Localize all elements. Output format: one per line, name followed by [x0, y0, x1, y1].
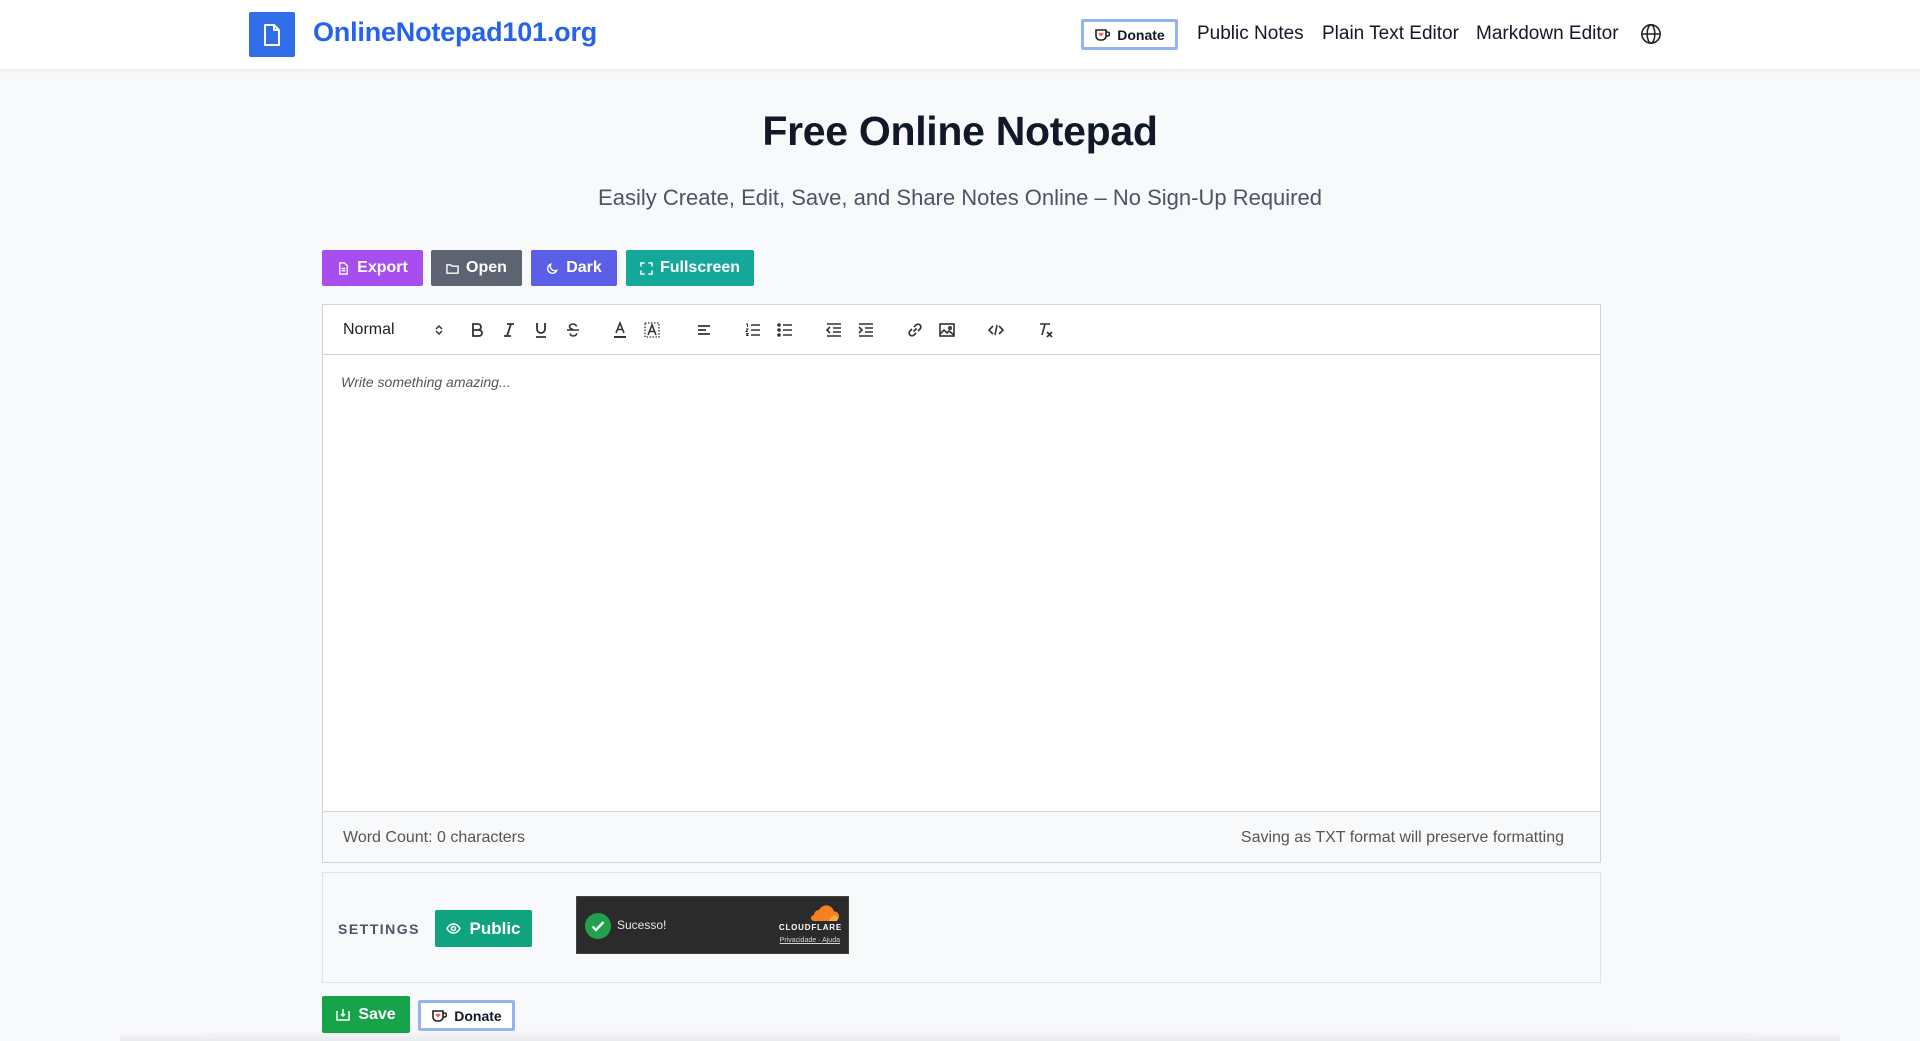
rich-text-editor: Normal Write something amazing...: [322, 304, 1601, 862]
logo-icon[interactable]: [249, 12, 295, 57]
cloudflare-brand: CLOUDFLARE: [778, 923, 842, 932]
background-color-icon: [644, 322, 660, 338]
strikethrough-icon: [567, 323, 579, 337]
underline-button[interactable]: [529, 318, 553, 342]
captcha-links[interactable]: Privacidade · Ajuda: [780, 937, 840, 944]
footer-donate-button[interactable]: Donate: [418, 1000, 515, 1031]
settings-panel: SETTINGS Public Sucesso! CLOUDFLARE Priv…: [322, 872, 1601, 983]
cloudflare-logo-icon: [811, 905, 840, 921]
link-icon: [908, 323, 922, 337]
settings-label: SETTINGS: [338, 921, 421, 937]
align-left-icon: [698, 325, 710, 335]
eye-icon: [446, 923, 462, 934]
moon-icon: [547, 262, 559, 274]
image-button[interactable]: [935, 318, 959, 342]
nav-plain-text-editor[interactable]: Plain Text Editor: [1322, 23, 1459, 45]
underline-icon: [536, 323, 546, 338]
success-check-icon: [585, 913, 611, 939]
export-label: Export: [357, 259, 408, 276]
save-icon: [336, 1009, 351, 1021]
nav-markdown-editor[interactable]: Markdown Editor: [1476, 23, 1619, 45]
fullscreen-label: Fullscreen: [659, 259, 741, 276]
ordered-list-button[interactable]: [741, 318, 765, 342]
top-navbar: OnlineNotepad101.org Donate Public Notes…: [0, 0, 1920, 70]
heading-format-value: Normal: [343, 321, 395, 338]
text-color-icon: [614, 321, 626, 338]
editor-content-area[interactable]: Write something amazing...: [323, 355, 1600, 861]
editor-placeholder: Write something amazing...: [341, 374, 511, 390]
site-logo-link[interactable]: OnlineNotepad101.org: [313, 17, 597, 48]
editor-status-bar: Word Count: 0 characters Saving as TXT f…: [322, 811, 1601, 863]
captcha-status: Sucesso!: [617, 918, 667, 932]
page-subtitle: Easily Create, Edit, Save, and Share Not…: [598, 185, 1322, 210]
cloudflare-captcha-widget[interactable]: Sucesso! CLOUDFLARE Privacidade · Ajuda: [576, 896, 849, 954]
dark-mode-button[interactable]: Dark: [531, 250, 617, 286]
indent-icon: [858, 323, 873, 337]
public-label: Public: [469, 918, 521, 938]
bottom-shadow: [120, 1030, 1840, 1041]
indent-button[interactable]: [854, 318, 878, 342]
word-count: Word Count: 0 characters: [343, 829, 526, 846]
image-icon: [939, 323, 955, 337]
outdent-button[interactable]: [822, 318, 846, 342]
clear-format-button[interactable]: [1033, 318, 1057, 342]
donate-label: Donate: [454, 1007, 502, 1024]
donate-label: Donate: [1117, 26, 1165, 43]
background-color-button[interactable]: [640, 318, 664, 342]
save-label: Save: [358, 1005, 396, 1023]
bullet-list-button[interactable]: [773, 318, 797, 342]
heading-format-select[interactable]: Normal: [343, 320, 443, 340]
file-icon: [339, 261, 349, 275]
open-button[interactable]: Open: [431, 250, 522, 286]
bold-icon: [472, 323, 483, 337]
align-button[interactable]: [692, 318, 716, 342]
link-button[interactable]: [903, 318, 927, 342]
clear-format-icon: [1040, 323, 1053, 338]
dark-label: Dark: [566, 259, 602, 276]
bullet-list-icon: [777, 323, 792, 337]
heart-cup-icon: [1095, 28, 1111, 41]
save-button[interactable]: Save: [322, 996, 410, 1033]
fullscreen-button[interactable]: Fullscreen: [626, 250, 754, 286]
code-button[interactable]: [984, 318, 1008, 342]
folder-icon: [446, 263, 459, 274]
heart-cup-icon: [432, 1009, 448, 1022]
italic-button[interactable]: [497, 318, 521, 342]
italic-icon: [504, 323, 514, 337]
visibility-public-button[interactable]: Public: [435, 910, 532, 947]
globe-icon[interactable]: [1640, 23, 1662, 45]
expand-icon: [640, 261, 653, 275]
code-icon: [987, 324, 1005, 336]
ordered-list-icon: [744, 323, 760, 336]
outdent-icon: [825, 323, 841, 337]
header-donate-button[interactable]: Donate: [1081, 19, 1178, 50]
bold-button[interactable]: [465, 318, 489, 342]
nav-public-notes[interactable]: Public Notes: [1197, 23, 1304, 45]
text-color-button[interactable]: [608, 318, 632, 342]
strikethrough-button[interactable]: [561, 318, 585, 342]
export-button[interactable]: Export: [322, 250, 423, 286]
page-title: Free Online Notepad: [762, 108, 1158, 154]
format-note: Saving as TXT format will preserve forma…: [1240, 829, 1564, 846]
open-label: Open: [466, 259, 507, 276]
select-arrows-icon: [435, 324, 443, 336]
editor-toolbar: Normal: [323, 305, 1600, 355]
